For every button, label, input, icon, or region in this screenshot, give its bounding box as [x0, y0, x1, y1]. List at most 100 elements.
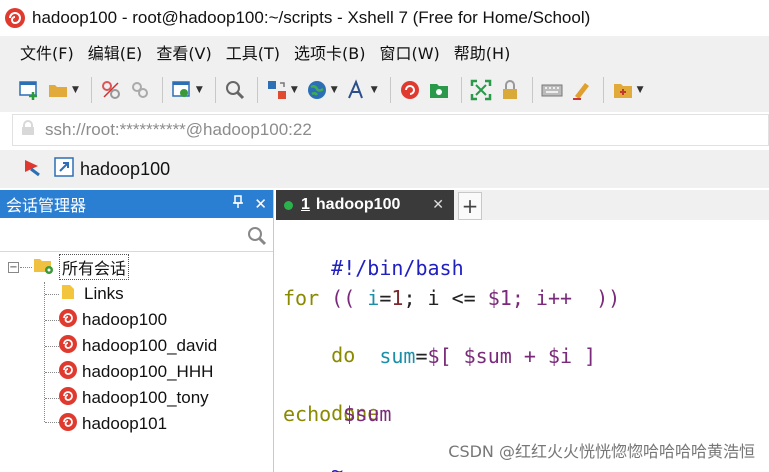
- tree-item-label[interactable]: hadoop100_david: [82, 336, 217, 356]
- session-icon: [58, 360, 78, 384]
- properties-dropdown-icon[interactable]: ▼: [196, 85, 203, 95]
- keyboard-icon[interactable]: [539, 77, 565, 103]
- open-folder-icon[interactable]: [45, 77, 71, 103]
- menu-edit[interactable]: 编辑(E): [88, 40, 143, 64]
- menu-tabs[interactable]: 选项卡(B): [294, 40, 365, 64]
- session-link-icon[interactable]: [54, 157, 74, 181]
- tree-item-hadoop100-david[interactable]: hadoop100_david: [58, 333, 217, 359]
- tree-connector: [45, 372, 59, 373]
- folder-icon: [60, 283, 76, 305]
- panel-close-icon[interactable]: ✕: [254, 195, 267, 213]
- tree-item-label[interactable]: hadoop100: [82, 310, 167, 330]
- tree-root-row[interactable]: − 所有会话: [8, 254, 130, 280]
- tree-item-label[interactable]: hadoop100_tony: [82, 388, 209, 408]
- terminal-line: for (( i=1; i <= $1; i++ )): [283, 284, 620, 312]
- menu-tools[interactable]: 工具(T): [226, 40, 280, 64]
- toolbar-divider: [460, 77, 462, 103]
- watermark: CSDN @红红火火恍恍惚惚哈哈哈哈黄浩恒: [448, 442, 755, 461]
- for-var: i: [367, 286, 380, 310]
- menu-view[interactable]: 查看(V): [156, 40, 211, 64]
- for-end: ; i++ )): [511, 286, 621, 310]
- tree-item-hadoop101[interactable]: hadoop101: [58, 411, 167, 437]
- tree-item-label[interactable]: hadoop101: [82, 414, 167, 434]
- transfer-dropdown-icon[interactable]: ▼: [291, 85, 298, 95]
- echo-keyword: echo: [283, 402, 332, 426]
- open-dropdown-icon[interactable]: ▼: [72, 85, 79, 95]
- toolbar-divider: [256, 77, 258, 103]
- session-icon: [58, 412, 78, 436]
- session-search-input[interactable]: [0, 218, 273, 251]
- address-bar[interactable]: ssh://root:**********@hadoop100:22: [12, 114, 769, 146]
- toolbar-divider: [161, 77, 163, 103]
- menu-bar: 文件(F) 编辑(E) 查看(V) 工具(T) 选项卡(B) 窗口(W) 帮助(…: [0, 36, 769, 68]
- session-bar-label[interactable]: hadoop100: [80, 159, 170, 180]
- tab-number: 1: [301, 196, 310, 213]
- globe-dropdown-icon[interactable]: ▼: [331, 85, 338, 95]
- connected-status-icon: [284, 200, 293, 210]
- disconnect-icon[interactable]: [98, 77, 124, 103]
- pin-icon[interactable]: [232, 195, 244, 213]
- echo-arg: $sum: [331, 402, 392, 426]
- new-session-icon[interactable]: [16, 77, 42, 103]
- toolbar-divider: [389, 77, 391, 103]
- terminal-line: echo $sum: [283, 400, 391, 428]
- tree-connector: [45, 398, 59, 399]
- menu-file[interactable]: 文件(F): [20, 40, 74, 64]
- tree-item-hadoop100-hhh[interactable]: hadoop100_HHH: [58, 359, 213, 385]
- shebang-text: #!/bin/bash: [331, 256, 464, 280]
- bookmark-flag-icon[interactable]: [22, 157, 42, 181]
- xshell-icon[interactable]: [397, 77, 423, 103]
- session-manager-panel: 会话管理器 ✕ − 所有会话 Links hadoop100 hadoop100…: [0, 190, 274, 472]
- terminal-line: #!/bin/bash: [283, 226, 463, 280]
- window-title: hadoop100 - root@hadoop100:~/scripts - X…: [32, 8, 591, 27]
- tree-connector: [20, 267, 32, 268]
- terminal-view[interactable]: #!/bin/bash for (( i=1; i <= $1; i++ )) …: [276, 222, 769, 472]
- fullscreen-icon[interactable]: [468, 77, 494, 103]
- lock-small-icon: [21, 120, 35, 140]
- lock-icon[interactable]: [497, 77, 523, 103]
- transfer-icon[interactable]: [264, 77, 290, 103]
- toolbar-divider: [90, 77, 92, 103]
- root-folder-icon: [33, 255, 55, 279]
- highlight-icon[interactable]: [568, 77, 594, 103]
- terminal-line: do: [283, 313, 355, 367]
- terminal-line: ~: [283, 429, 343, 472]
- toolbar-divider: [602, 77, 604, 103]
- menu-help[interactable]: 帮助(H): [454, 40, 511, 64]
- session-manager-header: 会话管理器 ✕: [0, 190, 273, 218]
- tree-item-hadoop100-tony[interactable]: hadoop100_tony: [58, 385, 209, 411]
- new-tab-button[interactable]: +: [458, 192, 482, 220]
- tab-close-icon[interactable]: ✕: [432, 197, 444, 213]
- folder-dropdown-icon[interactable]: ▼: [637, 85, 644, 95]
- tilde-marker: ~: [331, 459, 344, 472]
- properties-icon[interactable]: [169, 77, 195, 103]
- sum-assign: =: [415, 344, 428, 368]
- xftp-icon[interactable]: [426, 77, 452, 103]
- address-text[interactable]: ssh://root:**********@hadoop100:22: [45, 120, 312, 140]
- for-one: 1: [391, 286, 404, 310]
- tree-root-label[interactable]: 所有会话: [59, 254, 130, 280]
- font-icon[interactable]: [344, 77, 370, 103]
- tree-item-hadoop100[interactable]: hadoop100: [58, 307, 167, 333]
- menu-window[interactable]: 窗口(W): [379, 40, 439, 64]
- sum-var: sum: [379, 344, 416, 368]
- reconnect-icon[interactable]: [127, 77, 153, 103]
- for-eq: =: [379, 286, 392, 310]
- tab-strip: 1 hadoop100 ✕ +: [276, 190, 769, 220]
- session-search: [0, 218, 273, 252]
- session-bar: hadoop100: [0, 150, 769, 188]
- tree-item-links[interactable]: Links: [60, 281, 124, 307]
- tree-item-label[interactable]: hadoop100_HHH: [82, 362, 213, 382]
- tab-label: hadoop100: [315, 196, 401, 213]
- font-dropdown-icon[interactable]: ▼: [371, 85, 378, 95]
- find-icon[interactable]: [222, 77, 248, 103]
- tree-item-label[interactable]: Links: [84, 284, 124, 304]
- toolbar-divider: [531, 77, 533, 103]
- search-icon[interactable]: [247, 226, 267, 250]
- session-manager-title: 会话管理器: [6, 196, 87, 215]
- new-folder-icon[interactable]: [610, 77, 636, 103]
- tab-hadoop100[interactable]: 1 hadoop100 ✕: [276, 190, 454, 220]
- tree-guide-line: [44, 282, 45, 422]
- collapse-toggle-icon[interactable]: −: [8, 261, 19, 273]
- globe-icon[interactable]: [304, 77, 330, 103]
